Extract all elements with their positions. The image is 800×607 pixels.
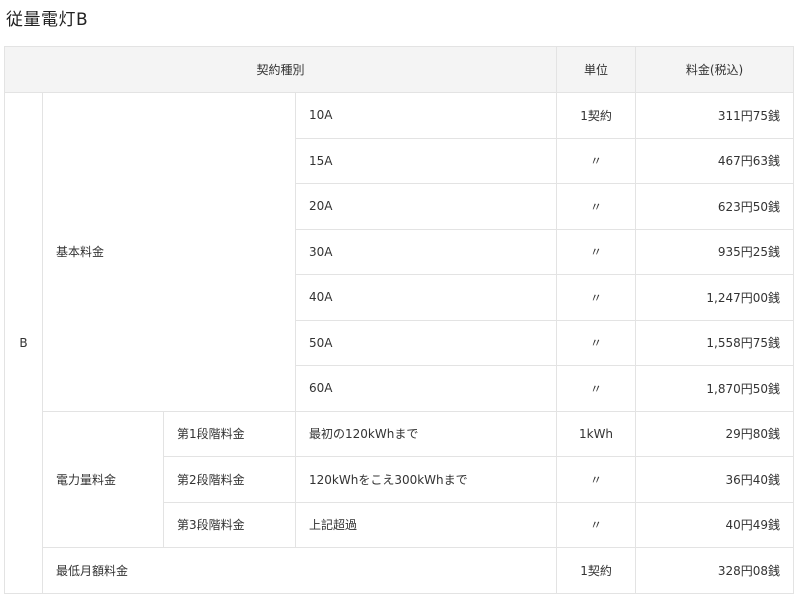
amperage-cell: 40A (294, 274, 558, 321)
unit-cell: 〃 (556, 137, 637, 184)
price-cell: 328円08銭 (635, 547, 795, 594)
price-cell: 467円63銭 (635, 137, 795, 184)
header-price: 料金(税込) (635, 46, 795, 93)
minimum-charge-label: 最低月額料金 (41, 547, 558, 594)
usage-range-cell: 120kWhをこえ300kWhまで (294, 456, 558, 503)
usage-range-cell: 最初の120kWhまで (294, 410, 558, 457)
table-header-row: 契約種別 単位 料金(税込) (3, 46, 795, 93)
price-cell: 1,870円50銭 (635, 365, 795, 412)
price-cell: 311円75銭 (635, 92, 795, 139)
header-contract-type: 契約種別 (3, 46, 558, 93)
tier-cell: 第3段階料金 (163, 501, 296, 548)
page-title: 従量電灯B (6, 10, 89, 30)
unit-cell: 〃 (556, 228, 637, 275)
amperage-cell: 50A (294, 319, 558, 366)
amperage-cell: 60A (294, 365, 558, 412)
rate-table: 契約種別 単位 料金(税込) B 基本料金 10A 1契約 311円75銭 15… (3, 46, 795, 594)
amperage-cell: 10A (294, 92, 558, 139)
unit-cell: 〃 (556, 319, 637, 366)
unit-cell: 〃 (556, 501, 637, 548)
price-cell: 623円50銭 (635, 183, 795, 230)
table-row: 電力量料金 第1段階料金 最初の120kWhまで 1kWh 29円80銭 (5, 410, 795, 548)
price-cell: 935円25銭 (635, 228, 795, 275)
unit-cell: 〃 (556, 365, 637, 412)
amperage-cell: 20A (294, 183, 558, 230)
header-unit: 単位 (556, 46, 637, 93)
contract-class-cell: B (4, 92, 43, 594)
table-row: B 基本料金 10A 1契約 311円75銭 (4, 92, 795, 594)
unit-cell: 1契約 (556, 92, 637, 139)
price-cell: 1,247円00銭 (635, 274, 795, 321)
price-cell: 29円80銭 (635, 410, 795, 457)
price-cell: 40円49銭 (635, 501, 795, 548)
tier-cell: 第2段階料金 (163, 456, 296, 503)
table-row: 最低月額料金 1契約 328円08銭 (5, 547, 795, 594)
energy-charge-label: 電力量料金 (42, 410, 164, 548)
unit-cell: 〃 (556, 456, 637, 503)
unit-cell: 〃 (556, 274, 637, 321)
unit-cell: 1kWh (556, 410, 637, 457)
amperage-cell: 30A (294, 228, 558, 275)
price-cell: 36円40銭 (635, 456, 795, 503)
tier-cell: 第1段階料金 (163, 410, 296, 457)
usage-range-cell: 上記超過 (294, 501, 558, 548)
amperage-cell: 15A (294, 137, 558, 184)
basic-charge-label: 基本料金 (42, 92, 296, 412)
unit-cell: 1契約 (556, 547, 637, 594)
unit-cell: 〃 (556, 183, 637, 230)
price-cell: 1,558円75銭 (635, 319, 795, 366)
